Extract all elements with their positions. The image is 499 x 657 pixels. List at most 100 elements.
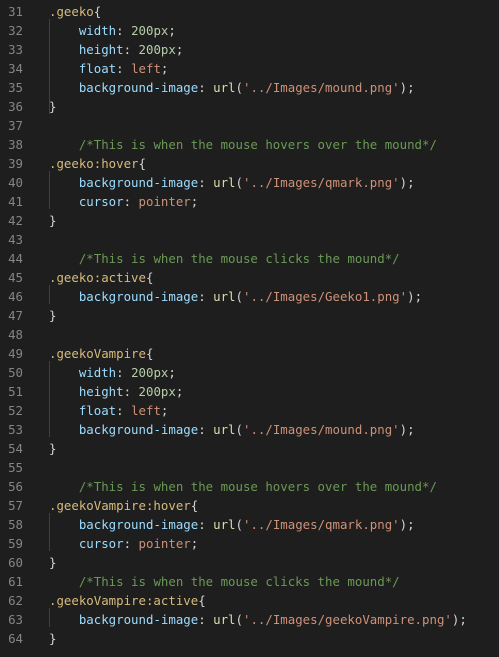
line-code: .geeko:hover{ bbox=[49, 154, 146, 173]
code-token: ( bbox=[235, 422, 243, 437]
code-token: '../Images/mound.png' bbox=[242, 422, 400, 437]
code-token: ); bbox=[399, 80, 415, 95]
code-line[interactable]: 55 bbox=[0, 458, 499, 477]
code-token: ); bbox=[399, 517, 415, 532]
code-line[interactable]: 48 bbox=[0, 325, 499, 344]
code-token: '../Images/Geeko1.png' bbox=[242, 289, 408, 304]
line-code: width: 200px; bbox=[49, 363, 176, 382]
code-line[interactable]: 59 cursor: pointer; bbox=[0, 534, 499, 553]
code-line[interactable]: 34 float: left; bbox=[0, 59, 499, 78]
code-line[interactable]: 36} bbox=[0, 97, 499, 116]
code-line[interactable]: 38 /*This is when the mouse hovers over … bbox=[0, 135, 499, 154]
code-line[interactable]: 61 /*This is when the mouse clicks the m… bbox=[0, 572, 499, 591]
code-line[interactable]: 45 .geeko:active{ bbox=[0, 268, 499, 287]
code-line[interactable]: 64} bbox=[0, 629, 499, 648]
code-token: /*This is when the mouse hovers over the… bbox=[78, 137, 437, 152]
line-number: 33 bbox=[8, 42, 23, 57]
line-number: 63 bbox=[8, 612, 23, 627]
code-line[interactable]: 43 bbox=[0, 230, 499, 249]
line-code: width: 200px; bbox=[49, 21, 176, 40]
line-code: float: left; bbox=[49, 59, 169, 78]
code-token: : bbox=[198, 289, 214, 304]
line-number: 32 bbox=[8, 23, 23, 38]
code-line[interactable]: 47} bbox=[0, 306, 499, 325]
line-code: .geeko{ bbox=[49, 2, 101, 21]
code-line[interactable]: 62 .geekoVampire:active{ bbox=[0, 591, 499, 610]
line-code: background-image: url('../Images/qmark.p… bbox=[49, 515, 415, 534]
code-token: width bbox=[78, 365, 117, 380]
code-token: } bbox=[49, 213, 57, 228]
line-number: 52 bbox=[8, 403, 23, 418]
code-token: pointer bbox=[138, 194, 191, 209]
line-code: height: 200px; bbox=[49, 382, 183, 401]
code-token: cursor bbox=[78, 536, 124, 551]
code-token: : bbox=[198, 80, 214, 95]
code-line[interactable]: 60} bbox=[0, 553, 499, 572]
code-token: url bbox=[213, 80, 236, 95]
line-number: 36 bbox=[8, 99, 23, 114]
code-token: background-image bbox=[78, 175, 199, 190]
line-number: 56 bbox=[8, 479, 23, 494]
code-token: '../Images/qmark.png' bbox=[242, 517, 400, 532]
code-token: ( bbox=[235, 80, 243, 95]
line-number: 41 bbox=[8, 194, 23, 209]
line-code: /*This is when the mouse hovers over the… bbox=[49, 477, 437, 496]
line-code: } bbox=[49, 306, 56, 325]
code-token: .geeko bbox=[49, 4, 94, 19]
code-line[interactable]: 42} bbox=[0, 211, 499, 230]
code-line[interactable]: 41 cursor: pointer; bbox=[0, 192, 499, 211]
code-line[interactable]: 40 background-image: url('../Images/qmar… bbox=[0, 173, 499, 192]
code-line[interactable]: 54} bbox=[0, 439, 499, 458]
code-token: .geekoVampire:hover bbox=[49, 498, 191, 513]
line-number: 35 bbox=[8, 80, 23, 95]
code-line[interactable]: 35 background-image: url('../Images/moun… bbox=[0, 78, 499, 97]
code-line[interactable]: 63 background-image: url('../Images/geek… bbox=[0, 610, 499, 629]
line-number: 39 bbox=[8, 156, 23, 171]
line-code: .geekoVampire:active{ bbox=[49, 591, 206, 610]
line-number: 48 bbox=[8, 327, 23, 342]
code-token: height bbox=[78, 384, 124, 399]
code-line[interactable]: 49 .geekoVampire{ bbox=[0, 344, 499, 363]
code-line[interactable]: 39 .geeko:hover{ bbox=[0, 154, 499, 173]
code-line[interactable]: 37 bbox=[0, 116, 499, 135]
code-line[interactable]: 50 width: 200px; bbox=[0, 363, 499, 382]
code-line[interactable]: 53 background-image: url('../Images/moun… bbox=[0, 420, 499, 439]
code-token: background-image bbox=[78, 612, 199, 627]
code-token: .geeko:active bbox=[49, 270, 146, 285]
code-token: { bbox=[93, 4, 102, 19]
code-line[interactable]: 31 .geeko{ bbox=[0, 2, 499, 21]
line-number: 59 bbox=[8, 536, 23, 551]
code-line[interactable]: 32 width: 200px; bbox=[0, 21, 499, 40]
code-line[interactable]: 46 background-image: url('../Images/Geek… bbox=[0, 287, 499, 306]
line-code: /*This is when the mouse clicks the moun… bbox=[49, 572, 400, 591]
code-line[interactable]: 57 .geekoVampire:hover{ bbox=[0, 496, 499, 515]
code-token: url bbox=[213, 612, 236, 627]
code-token: ); bbox=[407, 289, 423, 304]
code-token: : bbox=[116, 61, 132, 76]
code-token: : bbox=[198, 422, 214, 437]
line-number: 61 bbox=[8, 574, 23, 589]
code-line[interactable]: 58 background-image: url('../Images/qmar… bbox=[0, 515, 499, 534]
line-code: background-image: url('../Images/Geeko1.… bbox=[49, 287, 422, 306]
code-token: url bbox=[213, 517, 236, 532]
code-token: } bbox=[49, 308, 57, 323]
line-code: /*This is when the mouse hovers over the… bbox=[49, 135, 437, 154]
code-line[interactable]: 33 height: 200px; bbox=[0, 40, 499, 59]
code-editor[interactable]: 31 .geeko{32 width: 200px; 33 height: 200p… bbox=[0, 0, 499, 657]
line-code: background-image: url('../Images/qmark.p… bbox=[49, 173, 415, 192]
code-token: ( bbox=[235, 612, 243, 627]
code-line[interactable]: 51 height: 200px; bbox=[0, 382, 499, 401]
code-token: background-image bbox=[78, 289, 199, 304]
code-line[interactable]: 56 /*This is when the mouse hovers over … bbox=[0, 477, 499, 496]
code-line[interactable]: 44 /*This is when the mouse clicks the m… bbox=[0, 249, 499, 268]
code-token: { bbox=[145, 270, 154, 285]
code-line[interactable]: 52 float: left; bbox=[0, 401, 499, 420]
code-token: { bbox=[138, 156, 146, 171]
line-number: 60 bbox=[8, 555, 23, 570]
